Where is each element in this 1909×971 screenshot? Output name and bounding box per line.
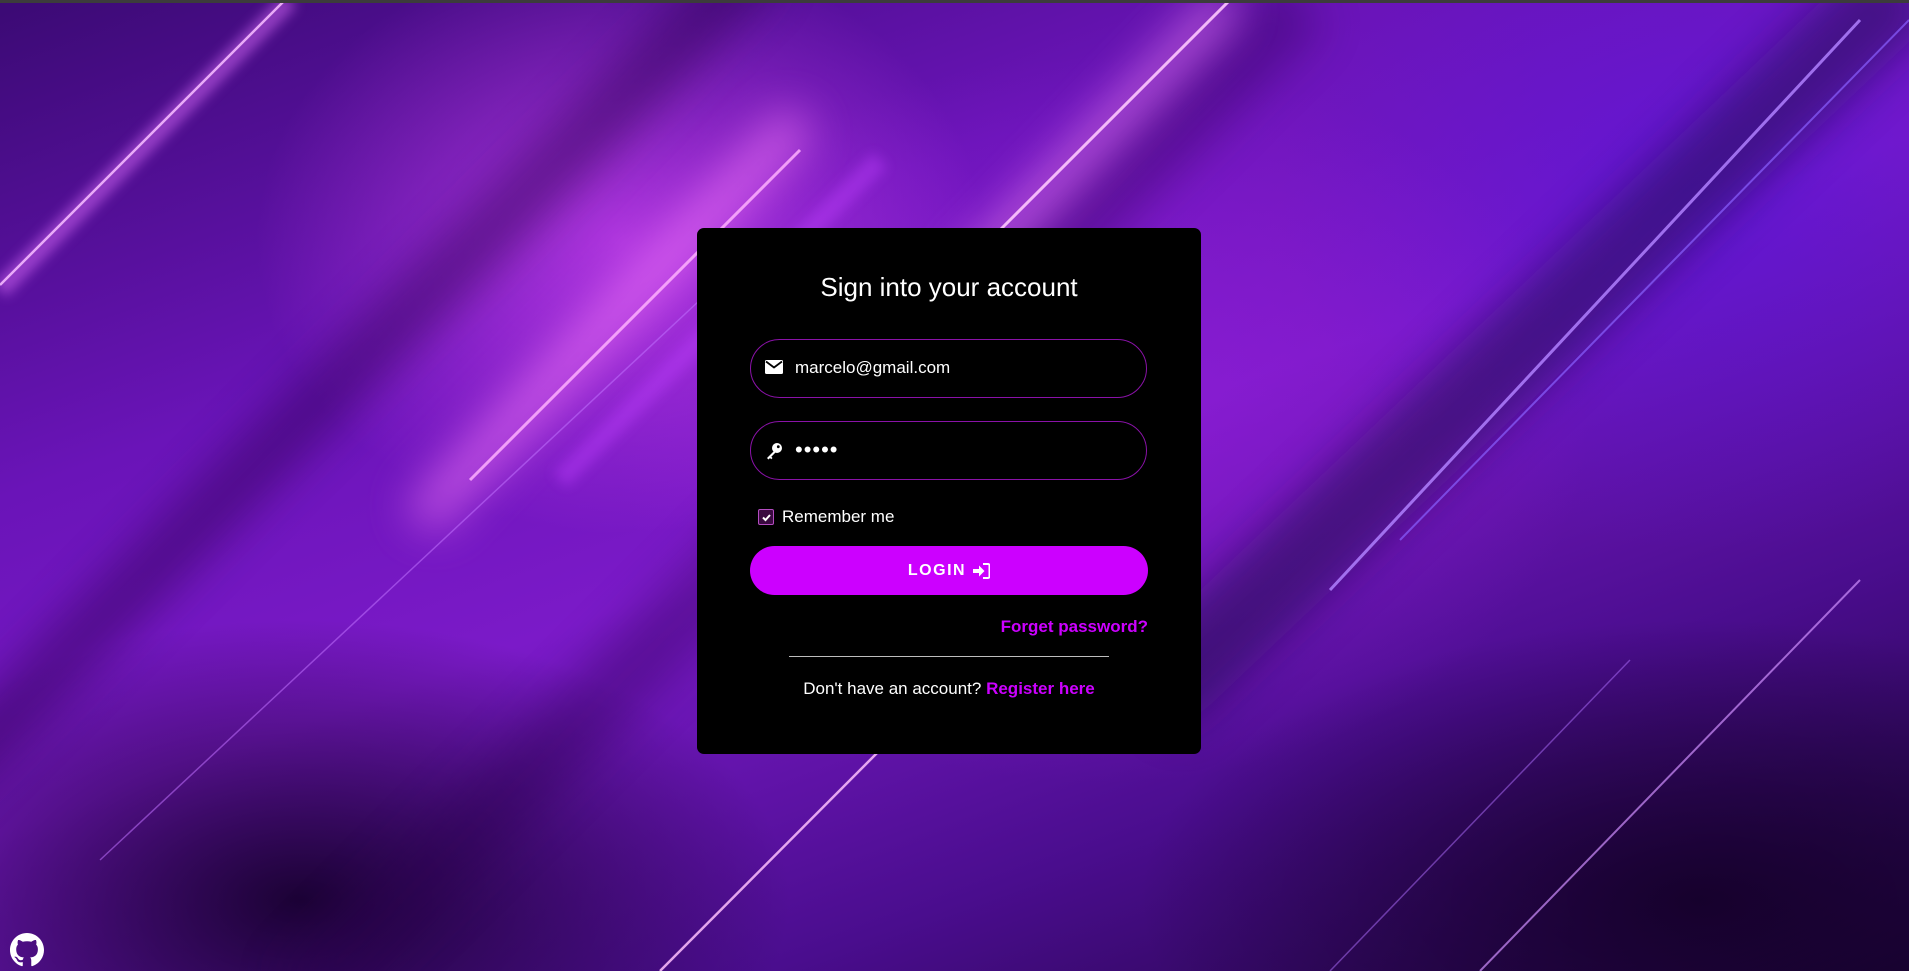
register-link[interactable]: Register here — [986, 679, 1095, 698]
remember-me-checkbox[interactable] — [758, 509, 774, 525]
password-field[interactable]: ••••• — [750, 421, 1147, 480]
register-prompt: Don't have an account? — [803, 679, 982, 698]
email-field[interactable]: marcelo@gmail.com — [750, 339, 1147, 398]
form-title: Sign into your account — [820, 272, 1078, 302]
forgot-password-link[interactable]: Forget password? — [1001, 617, 1148, 637]
github-icon[interactable] — [10, 933, 44, 967]
sign-in-icon — [973, 562, 991, 579]
top-border — [0, 0, 1909, 3]
login-button-label: LOGIN — [907, 561, 967, 579]
divider — [789, 656, 1109, 657]
login-button[interactable]: LOGIN — [750, 546, 1148, 595]
envelope-icon — [765, 360, 785, 378]
password-value: ••••• — [795, 437, 839, 462]
key-icon — [765, 442, 785, 460]
register-row: Don't have an account? Register here — [697, 679, 1201, 699]
login-card: Sign into your account marcelo@gmail.com… — [697, 228, 1201, 754]
email-value: marcelo@gmail.com — [795, 358, 951, 377]
remember-me-label: Remember me — [782, 507, 895, 526]
